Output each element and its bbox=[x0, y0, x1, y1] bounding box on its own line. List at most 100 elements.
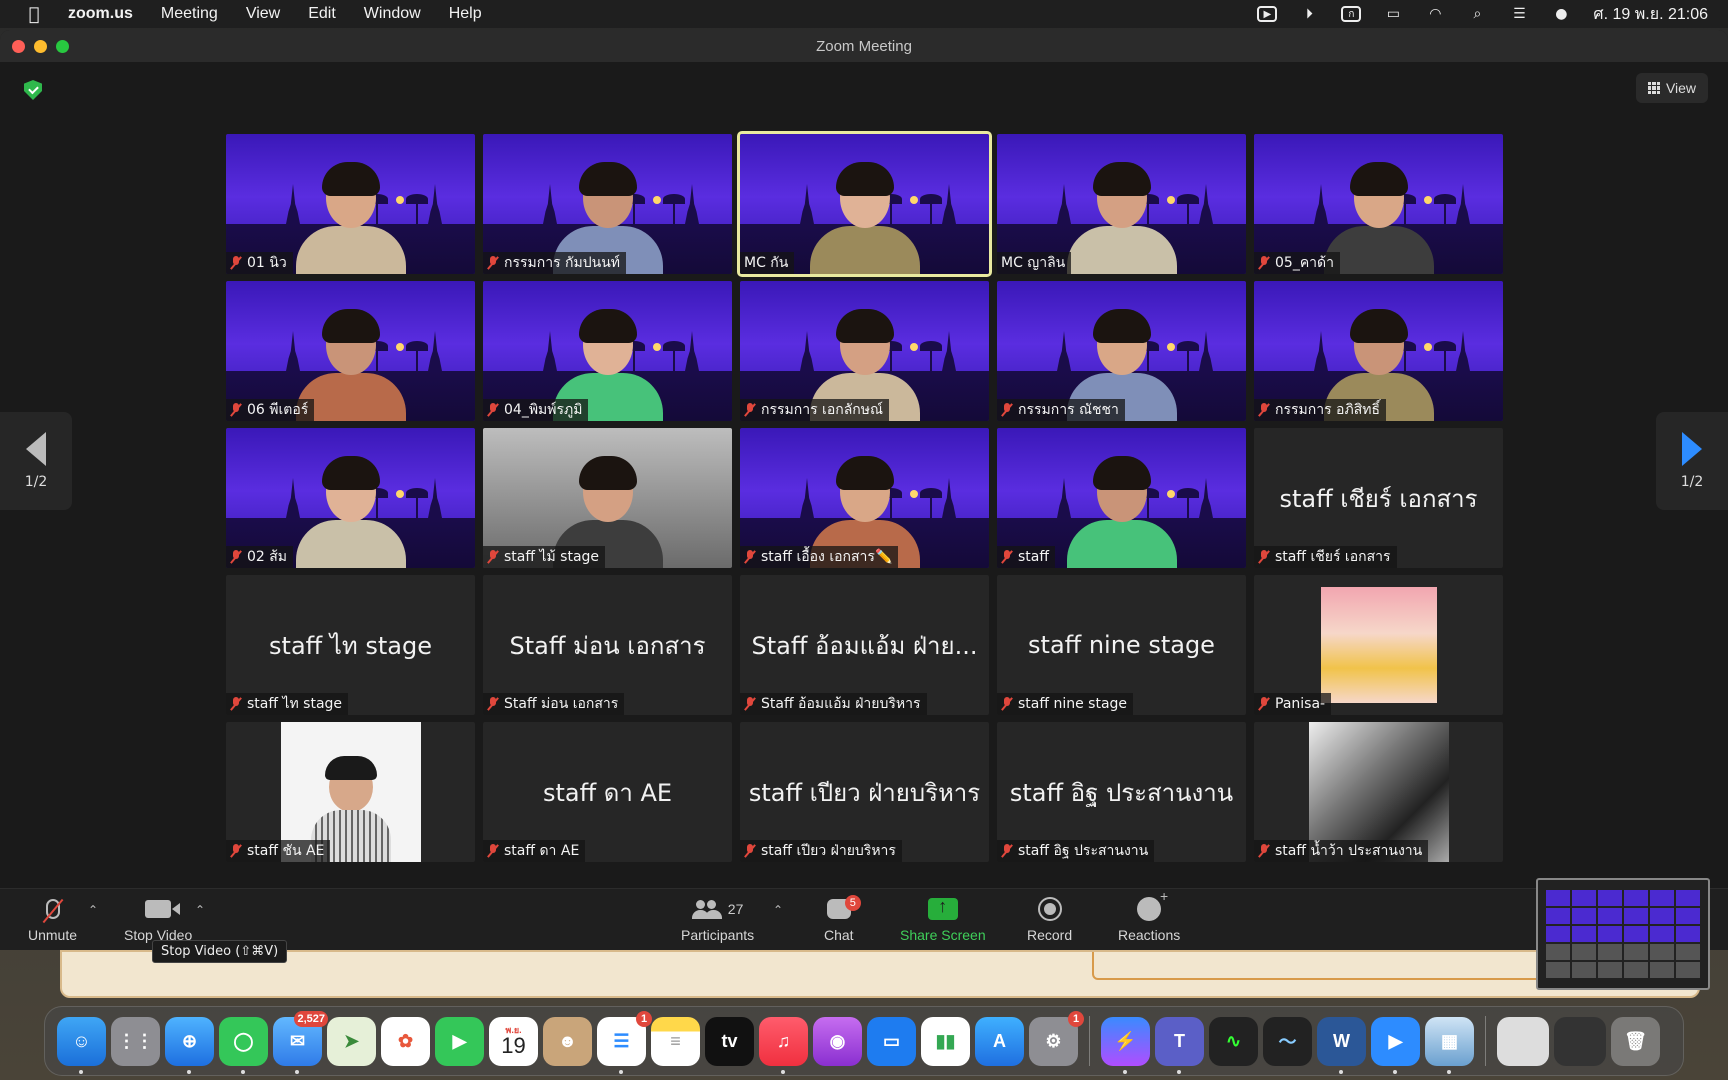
screen-share-thumbnail[interactable] bbox=[1536, 878, 1710, 990]
finder-icon[interactable]: ☺ bbox=[57, 1016, 106, 1074]
battery-icon[interactable]: ▭ bbox=[1383, 6, 1403, 22]
participant-tile[interactable]: staff เอื้อง เอกสาร✏️ bbox=[740, 428, 989, 568]
participant-tile[interactable]: staff bbox=[997, 428, 1246, 568]
page-indicator-left: 1/2 bbox=[24, 474, 48, 490]
menu-view[interactable]: View bbox=[246, 5, 280, 23]
minimized-window-1[interactable] bbox=[1497, 1016, 1549, 1066]
participant-tile[interactable]: 01 นิว bbox=[226, 134, 475, 274]
participant-tile[interactable]: staff nine stage staff nine stage bbox=[997, 575, 1246, 715]
close-window-icon[interactable] bbox=[12, 40, 25, 53]
reactions-button[interactable]: Reactions bbox=[1118, 888, 1180, 943]
reminders-icon[interactable]: ☰ 1 bbox=[597, 1010, 652, 1074]
input-source-icon[interactable]: ก bbox=[1341, 6, 1362, 22]
facetime-icon[interactable]: ▶ bbox=[435, 1016, 484, 1066]
view-button[interactable]: View bbox=[1636, 73, 1708, 103]
zoom-window-icon[interactable] bbox=[56, 40, 69, 53]
participant-tile[interactable]: staff เปียว ฝ่ายบริหาร staff เปียว ฝ่ายบร… bbox=[740, 722, 989, 862]
menu-clock[interactable]: ศ. 19 พ.ย. 21:06 bbox=[1593, 2, 1708, 27]
participant-tile[interactable]: staff ชัน AE bbox=[226, 722, 475, 862]
video-options-chevron-icon[interactable]: ⌃ bbox=[195, 903, 205, 917]
participant-tile[interactable]: Panisa- bbox=[1254, 575, 1503, 715]
security-shield-icon[interactable] bbox=[24, 80, 42, 100]
participants-button[interactable]: 27 Participants bbox=[681, 895, 754, 943]
participants-chevron-icon[interactable]: ⌃ bbox=[773, 903, 783, 917]
record-button[interactable]: Record bbox=[1027, 895, 1072, 943]
menu-help[interactable]: Help bbox=[449, 5, 482, 23]
participant-tile[interactable]: MC ญาลิน bbox=[997, 134, 1246, 274]
calendar-icon[interactable]: พ.ย. 19 bbox=[489, 1016, 538, 1066]
podcasts-icon[interactable]: ◉ bbox=[813, 1016, 862, 1066]
participant-tile[interactable]: กรรมการ กัมปนนท์ bbox=[483, 134, 732, 274]
menu-window[interactable]: Window bbox=[364, 5, 421, 23]
thumbnail-cell bbox=[1650, 944, 1674, 960]
numbers-icon[interactable]: ▮▮ bbox=[921, 1016, 970, 1066]
minimize-window-icon[interactable] bbox=[34, 40, 47, 53]
share-screen-label: Share Screen bbox=[900, 927, 986, 943]
activity-monitor-icon[interactable]: ∿ bbox=[1209, 1016, 1258, 1066]
participant-tile[interactable]: Staff ม่อน เอกสาร Staff ม่อน เอกสาร bbox=[483, 575, 732, 715]
participant-tile[interactable]: 05_คาด้า bbox=[1254, 134, 1503, 274]
participant-tile[interactable]: กรรมการ อภิสิทธิ์ bbox=[1254, 281, 1503, 421]
participant-name: กรรมการ อภิสิทธิ์ bbox=[1275, 402, 1381, 418]
play-circle-icon[interactable]: ⏵ bbox=[1299, 6, 1319, 22]
stop-video-button[interactable]: Stop Video bbox=[124, 895, 192, 943]
participant-tile[interactable]: กรรมการ ณัชชา bbox=[997, 281, 1246, 421]
thumbnail-cell bbox=[1676, 962, 1700, 978]
participant-tile[interactable]: staff ไท stage staff ไท stage bbox=[226, 575, 475, 715]
participant-tile[interactable]: Staff อ้อมแอ้ม ฝ่าย... Staff อ้อมแอ้ม ฝ่า… bbox=[740, 575, 989, 715]
microphone-muted-icon bbox=[45, 899, 60, 919]
siri-icon[interactable]: ● bbox=[1551, 6, 1571, 22]
share-screen-button[interactable]: Share Screen bbox=[900, 895, 986, 943]
notes-icon[interactable]: ≡ bbox=[651, 1016, 700, 1066]
participant-tile[interactable]: กรรมการ เอกลักษณ์ bbox=[740, 281, 989, 421]
participant-tile[interactable]: MC กัน bbox=[737, 131, 992, 277]
keynote-icon[interactable]: ▭ bbox=[867, 1016, 916, 1066]
participant-tile[interactable]: staff อิฐ ประสานงาน staff อิฐ ประสานงาน bbox=[997, 722, 1246, 862]
safari-icon[interactable]: ⊕ bbox=[165, 1016, 214, 1074]
zoom-status-icon[interactable]: ▶ bbox=[1257, 6, 1278, 22]
photos-icon[interactable]: ✿ bbox=[381, 1016, 430, 1066]
unmute-button[interactable]: Unmute bbox=[28, 895, 77, 943]
minimized-window-2[interactable] bbox=[1554, 1016, 1606, 1066]
launchpad-icon[interactable]: ⋮⋮ bbox=[111, 1016, 160, 1066]
mail-icon[interactable]: ✉ 2,527 bbox=[273, 1010, 328, 1074]
music-icon[interactable]: ♫ bbox=[759, 1016, 808, 1074]
participant-tile[interactable]: 04_พิมพ์รภูมิ bbox=[483, 281, 732, 421]
control-center-icon[interactable]: ☰ bbox=[1509, 6, 1529, 22]
previous-page-button[interactable]: 1/2 bbox=[0, 412, 72, 510]
stocks-icon[interactable]: 〜 bbox=[1263, 1016, 1312, 1066]
messages-icon[interactable]: ◯ bbox=[219, 1016, 268, 1074]
teams-icon[interactable]: T bbox=[1155, 1016, 1204, 1074]
audio-options-chevron-icon[interactable]: ⌃ bbox=[88, 903, 98, 917]
chat-label: Chat bbox=[824, 927, 854, 943]
menu-meeting[interactable]: Meeting bbox=[161, 5, 218, 23]
participant-tile[interactable]: 06 พีเตอร์ bbox=[226, 281, 475, 421]
trash-icon[interactable]: 🗑 bbox=[1611, 1016, 1660, 1066]
chat-button[interactable]: 5 Chat bbox=[824, 895, 861, 943]
system-settings-icon[interactable]: ⚙ 1 bbox=[1029, 1010, 1084, 1066]
wifi-icon[interactable]: ◠ bbox=[1425, 6, 1445, 22]
zoom-icon[interactable]: ▶ bbox=[1371, 1016, 1420, 1074]
contacts-icon[interactable]: ☻ bbox=[543, 1016, 592, 1066]
participant-name: MC กัน bbox=[744, 255, 789, 271]
search-icon[interactable]: ⌕ bbox=[1467, 6, 1487, 22]
participant-tile[interactable]: staff ไม้ stage bbox=[483, 428, 732, 568]
menu-app-name[interactable]: zoom.us bbox=[68, 5, 133, 23]
word-icon[interactable]: W bbox=[1317, 1016, 1366, 1074]
apple-icon[interactable]:  bbox=[16, 4, 52, 25]
dock-separator bbox=[1089, 1016, 1090, 1066]
menu-edit[interactable]: Edit bbox=[308, 5, 336, 23]
participant-tile[interactable]: staff เชียร์ เอกสาร staff เชียร์ เอกสาร bbox=[1254, 428, 1503, 568]
apple-tv-icon[interactable]: tv bbox=[705, 1016, 754, 1066]
participant-name: staff เชียร์ เอกสาร bbox=[1275, 549, 1391, 565]
next-page-button[interactable]: 1/2 bbox=[1656, 412, 1728, 510]
preview-icon[interactable]: ▦ bbox=[1425, 1016, 1474, 1074]
participant-name: staff ไท stage bbox=[247, 696, 343, 712]
messenger-icon[interactable]: ⚡ bbox=[1101, 1016, 1150, 1074]
arrow-left-icon bbox=[26, 432, 46, 466]
participant-tile[interactable]: 02 ส้ม bbox=[226, 428, 475, 568]
maps-icon[interactable]: ➤ bbox=[327, 1016, 376, 1066]
participant-tile[interactable]: staff ดา AE staff ดา AE bbox=[483, 722, 732, 862]
participant-tile[interactable]: staff น้ำว้า ประสานงาน bbox=[1254, 722, 1503, 862]
app-store-icon[interactable]: A bbox=[975, 1016, 1024, 1066]
